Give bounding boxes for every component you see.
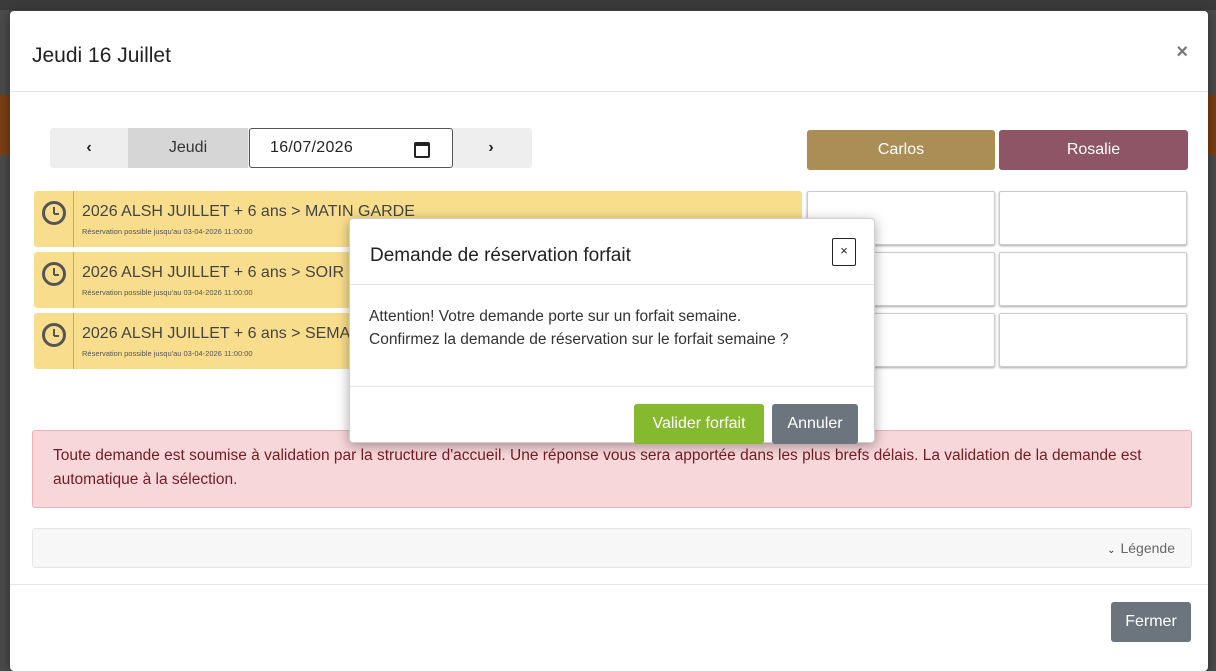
activity-icon-cell bbox=[34, 252, 74, 308]
reservation-cell-rosalie[interactable] bbox=[999, 191, 1187, 245]
reservation-cell-rosalie[interactable] bbox=[999, 252, 1187, 306]
modal-footer-divider bbox=[10, 584, 1208, 585]
legend-toggle[interactable]: ⌄ Légende bbox=[1107, 540, 1175, 556]
dialog-divider bbox=[350, 386, 874, 387]
legend-label: Légende bbox=[1120, 540, 1175, 556]
day-label: Jeudi bbox=[128, 128, 248, 168]
background-topbar bbox=[0, 0, 1216, 10]
dialog-divider bbox=[350, 284, 874, 285]
child-header-rosalie[interactable]: Rosalie bbox=[999, 130, 1188, 170]
calendar-icon[interactable] bbox=[414, 142, 430, 158]
clock-icon bbox=[42, 262, 66, 286]
dialog-message-line: Attention! Votre demande porte sur un fo… bbox=[369, 308, 742, 325]
dialog-close-icon[interactable]: × bbox=[832, 238, 856, 266]
activity-deadline: Réservation possible jusqu'au 03-04-2026… bbox=[82, 227, 253, 236]
confirm-package-button[interactable]: Valider forfait bbox=[634, 404, 764, 444]
reservation-cell-rosalie[interactable] bbox=[999, 313, 1187, 367]
chevron-down-icon: ⌄ bbox=[1107, 545, 1116, 556]
close-modal-button[interactable]: Fermer bbox=[1111, 602, 1191, 642]
clock-icon bbox=[42, 323, 66, 347]
confirm-dialog: Demande de réservation forfait × Attenti… bbox=[349, 218, 875, 444]
modal-close-icon[interactable]: × bbox=[1176, 41, 1188, 64]
modal-title: Jeudi 16 Juillet bbox=[32, 44, 171, 67]
activity-deadline: Réservation possible jusqu'au 03-04-2026… bbox=[82, 349, 253, 358]
date-navigator: ‹ Jeudi 16/07/2026 › bbox=[50, 128, 532, 168]
clock-icon bbox=[42, 201, 66, 225]
cancel-button[interactable]: Annuler bbox=[772, 404, 858, 444]
child-header-carlos[interactable]: Carlos bbox=[807, 130, 995, 170]
legend-panel: ⌄ Légende bbox=[32, 528, 1192, 568]
activity-title: 2026 ALSH JUILLET + 6 ans > SEMAINE bbox=[82, 325, 377, 342]
date-input-value: 16/07/2026 bbox=[270, 139, 354, 156]
date-input[interactable]: 16/07/2026 bbox=[249, 128, 453, 168]
modal-header: Jeudi 16 Juillet × bbox=[10, 11, 1208, 92]
alert-text: Toute demande est soumise à validation p… bbox=[53, 447, 1142, 488]
previous-day-button[interactable]: ‹ bbox=[50, 128, 128, 168]
activity-deadline: Réservation possible jusqu'au 03-04-2026… bbox=[82, 288, 253, 297]
activity-icon-cell bbox=[34, 313, 74, 369]
activity-icon-cell bbox=[34, 191, 74, 247]
dialog-body: Attention! Votre demande porte sur un fo… bbox=[369, 305, 789, 351]
dialog-title: Demande de réservation forfait bbox=[370, 245, 631, 266]
next-day-button[interactable]: › bbox=[452, 128, 530, 168]
dialog-message-line: Confirmez la demande de réservation sur … bbox=[369, 331, 789, 348]
